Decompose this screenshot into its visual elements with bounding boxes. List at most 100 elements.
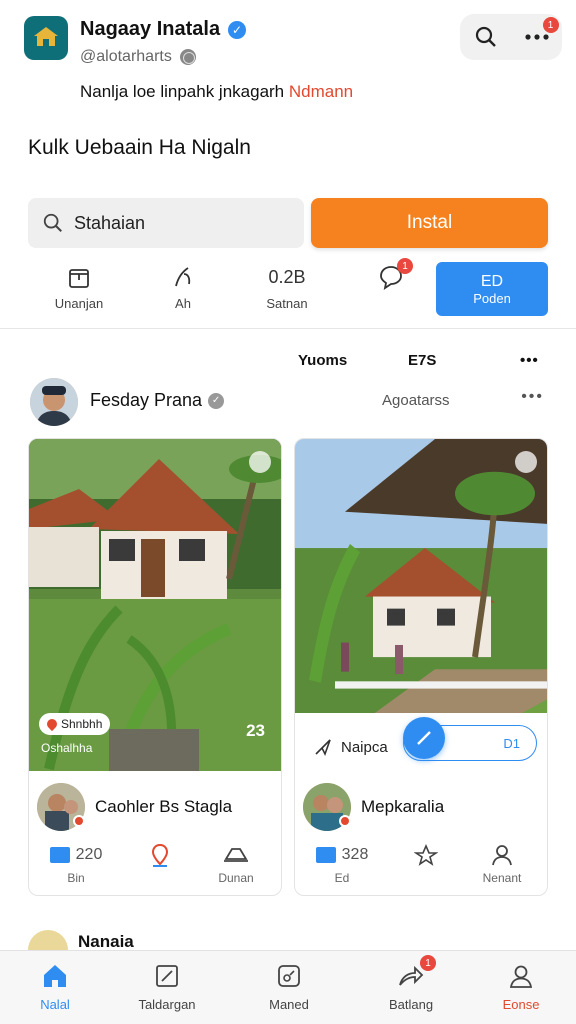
- stat-views[interactable]: 220 Bin: [41, 843, 111, 891]
- bottom-navigation: Nalal Taldargan Maned 1 Batlang Eonse: [0, 950, 576, 1024]
- strip-label[interactable]: Naipca: [313, 737, 388, 757]
- village-photo[interactable]: [295, 439, 547, 771]
- verified-icon: ✓: [208, 392, 225, 409]
- location-chip[interactable]: Shnbhh: [39, 713, 111, 735]
- search-button[interactable]: [468, 19, 504, 55]
- nav-label: Eonse: [502, 997, 540, 1012]
- stat-location[interactable]: [125, 843, 195, 891]
- map-square-icon: [274, 961, 304, 991]
- send-icon: [315, 739, 331, 757]
- star-icon: [414, 843, 438, 866]
- stat-label: Nenant: [482, 871, 522, 885]
- card-stats: 328 Ed Nenant: [295, 843, 547, 891]
- nav-badge: 1: [420, 955, 436, 971]
- stat-follow[interactable]: Nenant: [467, 843, 537, 891]
- share-icon: 1: [396, 955, 436, 991]
- install-button[interactable]: Instal: [311, 198, 548, 248]
- bookmark-icon[interactable]: [249, 451, 271, 473]
- home-icon: [40, 961, 70, 991]
- card-user[interactable]: Caohler Bs Stagla: [37, 783, 277, 833]
- post-category[interactable]: Agoatarss: [382, 392, 450, 409]
- action-label: Ah: [175, 296, 191, 311]
- action-value: 0.2B: [268, 266, 306, 287]
- action-chat[interactable]: 1: [346, 258, 436, 320]
- stat-favorite[interactable]: [391, 843, 461, 891]
- status-dot: [339, 815, 351, 827]
- card-user[interactable]: Mepkaralia: [303, 783, 543, 833]
- section-divider: [0, 328, 576, 329]
- house-photo[interactable]: Shnbhh Oshalhha 23: [29, 439, 281, 771]
- action-label: Unanjan: [54, 296, 104, 311]
- tray-icon: [224, 848, 248, 862]
- more-horizontal-icon[interactable]: •••: [521, 388, 544, 406]
- stat-share[interactable]: Dunan: [201, 843, 271, 891]
- post-card[interactable]: Naipca D1 Mepkaralia 328 Ed Nenant: [294, 438, 548, 896]
- action-label: Poden: [473, 290, 511, 306]
- feed-top-left[interactable]: Yuoms: [298, 352, 347, 369]
- search-icon: [475, 26, 496, 47]
- strip-label-text: Naipca: [341, 738, 388, 756]
- notification-badge: 1: [542, 17, 559, 33]
- user-name: Mepkaralia: [361, 797, 445, 816]
- image-stack-icon: [315, 847, 336, 863]
- user-icon: [492, 845, 512, 866]
- nav-profile[interactable]: Eonse: [466, 961, 576, 1017]
- card-action-strip: Naipca D1: [295, 713, 547, 773]
- verified-icon: ✓: [228, 20, 247, 39]
- nav-home[interactable]: Nalal: [0, 961, 110, 1017]
- action-value: ED: [480, 272, 504, 290]
- author-name[interactable]: Fesday Prana ✓: [90, 390, 225, 411]
- action-satnan[interactable]: 0.2B Satnan: [242, 262, 332, 320]
- author-name-text: Fesday Prana: [90, 390, 203, 410]
- more-horizontal-icon[interactable]: •••: [520, 352, 539, 369]
- action-poden-button[interactable]: ED Poden: [436, 262, 548, 316]
- edit-button[interactable]: [403, 717, 445, 759]
- image-caption: Oshalhha: [41, 741, 93, 755]
- action-row: Unanjan Ah 0.2B Satnan 1 ED Poden: [28, 258, 548, 320]
- status-dot: [73, 815, 85, 827]
- nav-taldargan[interactable]: Taldargan: [112, 961, 222, 1017]
- next-post-title: Nanaia: [78, 932, 134, 951]
- header-actions: 1: [460, 14, 562, 60]
- more-horizontal-icon: [524, 34, 549, 40]
- feed-top-mid[interactable]: E7S: [408, 352, 436, 369]
- tagline-text: Nanlja loe linpahk jnkagarh: [80, 82, 285, 101]
- app-handle: @alotarharts: [80, 48, 196, 66]
- leaf-icon: [170, 262, 196, 292]
- user-name: Caohler Bs Stagla: [95, 797, 233, 816]
- globe-icon: [179, 49, 196, 65]
- tagline: Nanlja loe linpahk jnkagarh Ndmann: [80, 82, 353, 102]
- more-button[interactable]: 1: [519, 17, 559, 55]
- pencil-icon: [417, 731, 431, 745]
- temple-logo-icon: [34, 27, 58, 46]
- action-unanjan[interactable]: Unanjan: [34, 262, 124, 320]
- app-logo: [24, 16, 68, 60]
- card-stats: 220 Bin Dunan: [29, 843, 281, 891]
- post-card[interactable]: Shnbhh Oshalhha 23 Caohler Bs Stagla 220…: [28, 438, 282, 896]
- search-bar[interactable]: [28, 198, 304, 248]
- app-title: Nagaay Inatala ✓: [80, 18, 247, 41]
- action-ah[interactable]: Ah: [138, 262, 228, 320]
- image-stack-icon: [49, 847, 70, 863]
- stat-label: Dunan: [218, 871, 254, 885]
- app-header: Nagaay Inatala ✓ @alotarharts 1: [0, 0, 576, 120]
- nav-batlang[interactable]: 1 Batlang: [356, 955, 466, 1017]
- post-header: Fesday Prana ✓ Agoatarss •••: [28, 378, 548, 426]
- search-input[interactable]: [74, 212, 274, 234]
- edit-box-icon: [152, 961, 182, 991]
- section-heading: Kulk Uebaain Ha Nigaln: [28, 136, 251, 159]
- tagline-accent[interactable]: Ndmann: [289, 82, 353, 101]
- search-icon: [43, 213, 62, 232]
- map-pin-icon: [151, 843, 169, 867]
- bookmark-icon[interactable]: [515, 451, 537, 473]
- nav-label: Maned: [269, 997, 309, 1012]
- stat-views[interactable]: 328 Ed: [307, 843, 377, 891]
- pill-value: D1: [503, 735, 520, 751]
- stat-value: 328: [341, 846, 369, 863]
- stat-value: 220: [75, 846, 103, 863]
- nav-maned[interactable]: Maned: [234, 961, 344, 1017]
- nav-label: Nalal: [40, 997, 70, 1012]
- profile-icon: [506, 961, 536, 991]
- avatar[interactable]: [30, 378, 78, 426]
- nav-label: Taldargan: [138, 997, 196, 1012]
